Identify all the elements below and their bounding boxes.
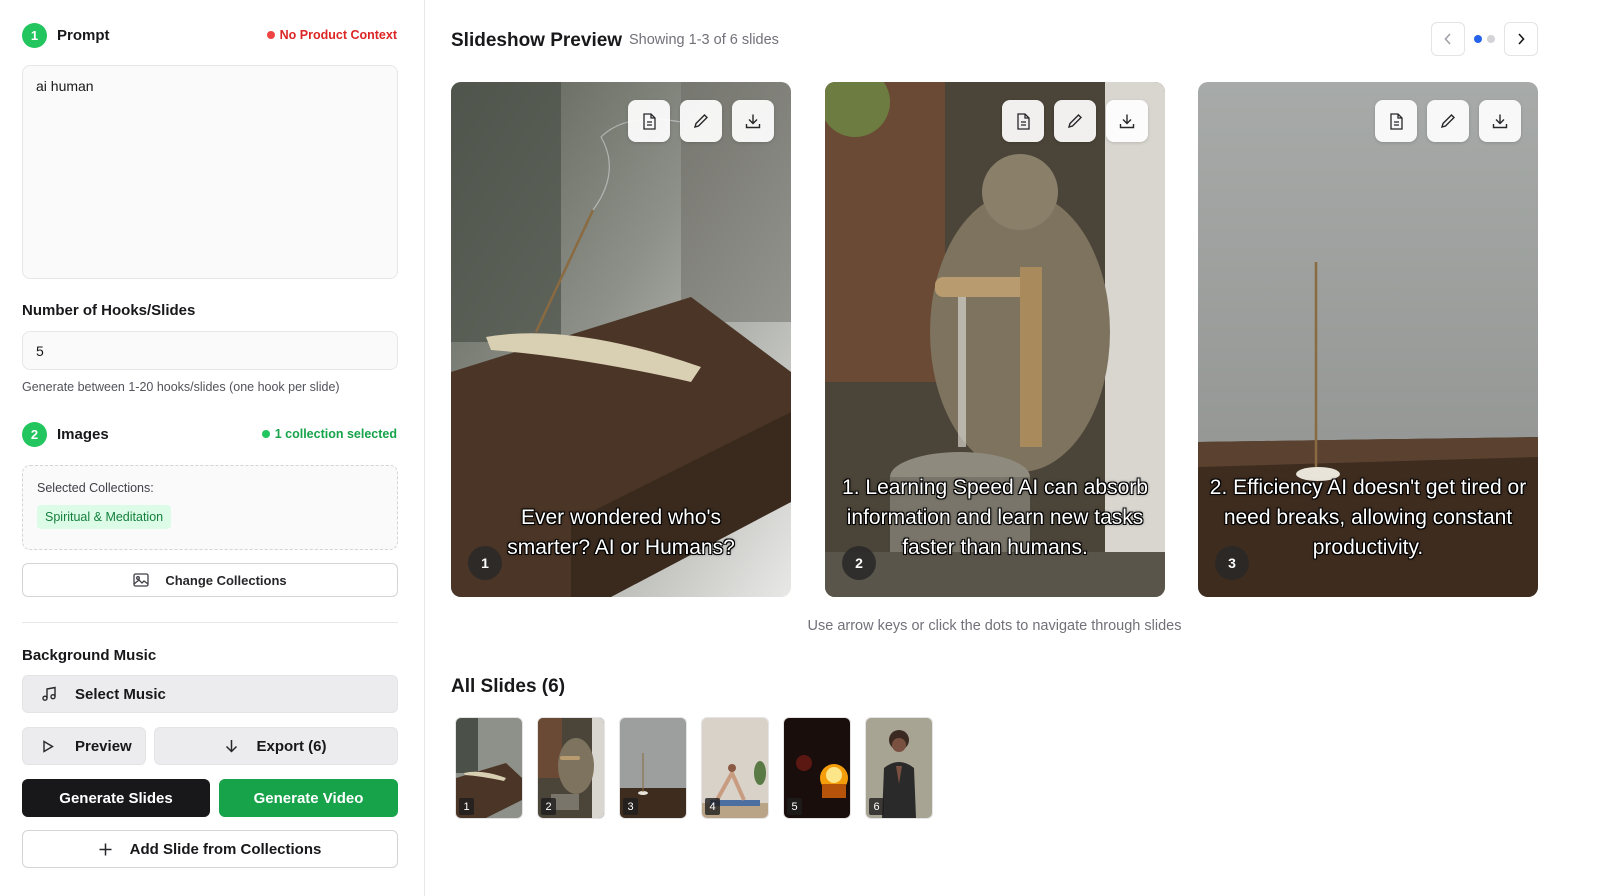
download-icon <box>745 114 761 129</box>
hooks-count-value: 5 <box>36 342 44 359</box>
slide-thumbnail[interactable]: 3 <box>620 718 686 818</box>
slide-thumbnail[interactable]: 6 <box>866 718 932 818</box>
slide-number: 1 <box>468 546 502 580</box>
document-icon <box>1016 112 1030 130</box>
thumbnail-number: 3 <box>623 798 638 815</box>
slide-caption: Ever wondered who's smarter? AI or Human… <box>507 506 735 559</box>
status-dot-icon <box>266 31 275 39</box>
edit-button[interactable] <box>1427 100 1469 142</box>
previous-page-button[interactable] <box>1431 22 1465 56</box>
slide-thumbnail[interactable]: 4 <box>702 718 768 818</box>
hooks-hint: Generate between 1-20 hooks/slides (one … <box>22 380 340 394</box>
chevron-right-icon <box>1518 33 1525 45</box>
preview-button[interactable]: Preview <box>22 727 146 765</box>
thumbnail-number: 2 <box>541 798 556 815</box>
edit-button[interactable] <box>1054 100 1096 142</box>
page-dot-active[interactable] <box>1474 35 1482 43</box>
edit-button[interactable] <box>680 100 722 142</box>
select-music-button[interactable]: Select Music <box>22 675 398 713</box>
document-button[interactable] <box>1375 100 1417 142</box>
thumbnail-strip: 1 2 3 4 5 6 <box>456 718 932 818</box>
all-slides-title: All Slides (6) <box>451 676 566 697</box>
add-slide-button[interactable]: Add Slide from Collections <box>22 830 398 868</box>
pencil-icon <box>693 114 708 129</box>
thumbnail-number: 6 <box>869 798 884 815</box>
slide-caption: 2. Efficiency AI doesn't get tired or ne… <box>1209 476 1527 559</box>
prompt-textarea[interactable]: ai human <box>22 65 398 279</box>
product-context-status: No Product Context <box>266 28 397 42</box>
select-music-label: Select Music <box>75 685 166 703</box>
slide-thumbnail[interactable]: 2 <box>538 718 604 818</box>
prompt-text: ai human <box>36 78 94 94</box>
hooks-label: Number of Hooks/Slides <box>22 302 196 319</box>
document-button[interactable] <box>1002 100 1044 142</box>
pencil-icon <box>1067 114 1082 129</box>
next-page-button[interactable] <box>1504 22 1538 56</box>
page-dots <box>1474 35 1495 43</box>
collection-tag: Spiritual & Meditation <box>37 505 172 529</box>
play-icon <box>43 739 54 753</box>
generate-video-button[interactable]: Generate Video <box>219 779 398 817</box>
slide-caption: 1. Learning Speed AI can absorb informat… <box>842 476 1148 559</box>
status-dot-icon <box>261 430 270 438</box>
selected-collections-box: Selected Collections: Spiritual & Medita… <box>22 465 398 550</box>
navigation-hint: Use arrow keys or click the dots to navi… <box>807 618 1182 634</box>
slide-thumbnail[interactable]: 1 <box>456 718 522 818</box>
images-section-header: 2 Images 1 collection selected <box>22 421 397 447</box>
slide-card[interactable]: 1. Learning Speed AI can absorb informat… <box>825 82 1165 597</box>
generate-slides-button[interactable]: Generate Slides <box>22 779 210 817</box>
thumbnail-number: 5 <box>787 798 802 815</box>
thumbnail-number: 1 <box>459 798 474 815</box>
thumbnail-number: 4 <box>705 798 720 815</box>
slide-thumbnail[interactable]: 5 <box>784 718 850 818</box>
document-icon <box>642 112 656 130</box>
download-button[interactable] <box>732 100 774 142</box>
slide-actions <box>628 100 774 142</box>
document-icon <box>1389 112 1403 130</box>
slide-number: 2 <box>842 546 876 580</box>
settings-panel: 1 Prompt No Product Context ai human Num… <box>0 0 425 896</box>
step-number-badge: 2 <box>22 421 47 447</box>
slide-card[interactable]: Ever wondered who's smarter? AI or Human… <box>451 82 791 597</box>
document-button[interactable] <box>628 100 670 142</box>
images-title: Images <box>57 425 109 443</box>
change-collections-button[interactable]: Change Collections <box>22 563 398 597</box>
slideshow-preview-title: Slideshow Preview <box>451 30 623 51</box>
slide-actions <box>1002 100 1148 142</box>
pencil-icon <box>1440 114 1455 129</box>
music-note-icon <box>42 686 56 701</box>
preview-label: Preview <box>75 737 132 755</box>
collection-status-text: 1 collection selected <box>274 427 397 441</box>
download-icon <box>1119 114 1135 129</box>
collection-status: 1 collection selected <box>261 427 397 441</box>
step-number-badge: 1 <box>22 22 47 48</box>
page-dot[interactable] <box>1487 35 1495 43</box>
change-collections-label: Change Collections <box>165 572 287 588</box>
section-divider <box>22 622 398 623</box>
add-slide-label: Add Slide from Collections <box>129 840 322 858</box>
hooks-count-input[interactable]: 5 <box>22 331 398 370</box>
prompt-title: Prompt <box>57 26 110 44</box>
chevron-left-icon <box>1444 33 1451 45</box>
plus-icon <box>99 843 112 855</box>
prompt-section-header: 1 Prompt No Product Context <box>22 22 397 48</box>
slide-card[interactable]: 2. Efficiency AI doesn't get tired or ne… <box>1198 82 1538 597</box>
export-label: Export (6) <box>256 737 327 755</box>
download-button[interactable] <box>1479 100 1521 142</box>
download-button[interactable] <box>1106 100 1148 142</box>
export-button[interactable]: Export (6) <box>154 727 398 765</box>
slide-number: 3 <box>1215 546 1249 580</box>
product-context-status-text: No Product Context <box>279 28 397 42</box>
arrow-down-icon <box>226 740 238 753</box>
download-icon <box>1492 114 1508 129</box>
background-music-label: Background Music <box>22 647 157 664</box>
image-icon <box>133 573 149 587</box>
showing-count: Showing 1-3 of 6 slides <box>629 32 779 48</box>
slide-actions <box>1375 100 1521 142</box>
selected-collections-label: Selected Collections: <box>37 481 154 495</box>
